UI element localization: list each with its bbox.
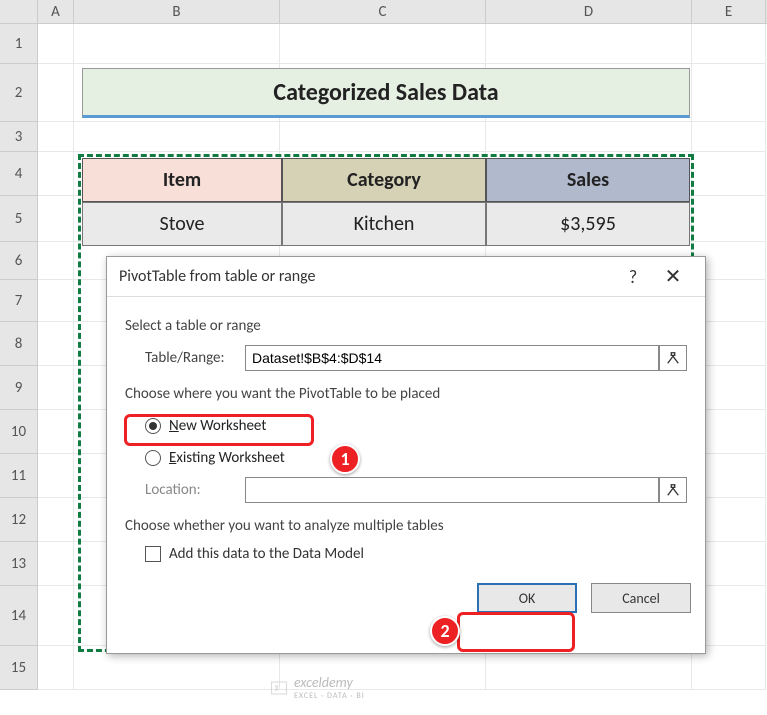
section-multiple-tables: Choose whether you want to analyze multi… — [125, 517, 687, 535]
location-label: Location: — [145, 481, 245, 499]
table-header-sales[interactable]: Sales — [486, 158, 690, 202]
row-header-14[interactable]: 14 — [0, 586, 38, 646]
cell[interactable] — [38, 64, 74, 122]
callout-badge-2: 2 — [430, 616, 460, 646]
cell[interactable] — [692, 24, 766, 64]
row-header-7[interactable]: 7 — [0, 280, 38, 322]
cell[interactable] — [692, 64, 766, 122]
row-header-15[interactable]: 15 — [0, 646, 38, 690]
select-all-corner[interactable] — [0, 0, 38, 23]
col-header-B[interactable]: B — [74, 0, 280, 23]
cell[interactable] — [38, 122, 74, 152]
cell[interactable] — [38, 586, 74, 646]
location-input[interactable] — [245, 477, 659, 503]
radio-new-worksheet-label: New Worksheet — [169, 417, 266, 435]
cell[interactable] — [486, 122, 692, 152]
row-header-3[interactable]: 3 — [0, 122, 38, 152]
row-header-6[interactable]: 6 — [0, 242, 38, 280]
callout-badge-1: 1 — [330, 444, 360, 474]
cell[interactable] — [38, 152, 74, 196]
cell[interactable] — [38, 242, 74, 280]
row-header-4[interactable]: 4 — [0, 152, 38, 196]
radio-existing-worksheet-label: Existing Worksheet — [169, 449, 285, 467]
table-range-input[interactable] — [245, 345, 659, 371]
collapse-location-button[interactable] — [659, 477, 687, 503]
cell[interactable] — [280, 122, 486, 152]
cell[interactable] — [38, 542, 74, 586]
cell[interactable] — [486, 24, 692, 64]
cell[interactable] — [38, 454, 74, 498]
collapse-range-button[interactable] — [659, 345, 687, 371]
col-header-E[interactable]: E — [692, 0, 766, 23]
table-header-category[interactable]: Category — [282, 158, 486, 202]
radio-existing-worksheet[interactable] — [145, 450, 161, 466]
section-select-range: Select a table or range — [125, 317, 687, 335]
cell[interactable] — [692, 152, 766, 196]
cell[interactable] — [38, 280, 74, 322]
col-header-A[interactable]: A — [38, 0, 74, 23]
cell[interactable] — [38, 366, 74, 410]
row-header-10[interactable]: 10 — [0, 410, 38, 454]
watermark: exceldemy EXCEL · DATA · BI — [270, 674, 365, 701]
table-cell-item[interactable]: Stove — [82, 202, 282, 246]
table-range-label: Table/Range: — [145, 349, 245, 367]
row-header-11[interactable]: 11 — [0, 454, 38, 498]
cell[interactable] — [74, 122, 280, 152]
cell[interactable] — [38, 196, 74, 242]
cell[interactable] — [280, 24, 486, 64]
cell[interactable] — [74, 24, 280, 64]
cell[interactable] — [692, 196, 766, 242]
table-cell-sales[interactable]: $3,595 — [486, 202, 690, 246]
watermark-text: exceldemy — [294, 674, 365, 691]
row-header-9[interactable]: 9 — [0, 366, 38, 410]
cancel-button[interactable]: Cancel — [591, 583, 691, 613]
col-header-D[interactable]: D — [486, 0, 692, 23]
radio-new-worksheet[interactable] — [145, 418, 161, 434]
pivottable-dialog: PivotTable from table or range ? ✕ Selec… — [106, 256, 706, 654]
row-header-1[interactable]: 1 — [0, 24, 38, 64]
cell[interactable] — [38, 24, 74, 64]
row-header-8[interactable]: 8 — [0, 322, 38, 366]
dialog-title: PivotTable from table or range — [119, 267, 613, 286]
row-header-2[interactable]: 2 — [0, 64, 38, 122]
section-placement: Choose where you want the PivotTable to … — [125, 385, 687, 403]
dialog-close-button[interactable]: ✕ — [653, 264, 693, 289]
collapse-icon — [666, 483, 680, 497]
collapse-icon — [666, 351, 680, 365]
table-cell-category[interactable]: Kitchen — [282, 202, 486, 246]
checkbox-data-model[interactable] — [145, 546, 161, 562]
sheet-title: Categorized Sales Data — [82, 68, 690, 118]
row-header-13[interactable]: 13 — [0, 542, 38, 586]
cell[interactable] — [38, 322, 74, 366]
row-header-5[interactable]: 5 — [0, 196, 38, 242]
cell[interactable] — [38, 646, 74, 690]
logo-icon — [270, 679, 288, 697]
checkbox-data-model-label: Add this data to the Data Model — [169, 545, 364, 563]
table-header-item[interactable]: Item — [82, 158, 282, 202]
cell[interactable] — [38, 498, 74, 542]
watermark-sub: EXCEL · DATA · BI — [294, 691, 365, 701]
ok-button[interactable]: OK — [477, 583, 577, 613]
cell[interactable] — [692, 122, 766, 152]
data-table: Item Category Sales Stove Kitchen $3,595 — [82, 158, 690, 246]
dialog-help-button[interactable]: ? — [613, 266, 653, 288]
row-header-12[interactable]: 12 — [0, 498, 38, 542]
cell[interactable] — [38, 410, 74, 454]
col-header-C[interactable]: C — [280, 0, 486, 23]
